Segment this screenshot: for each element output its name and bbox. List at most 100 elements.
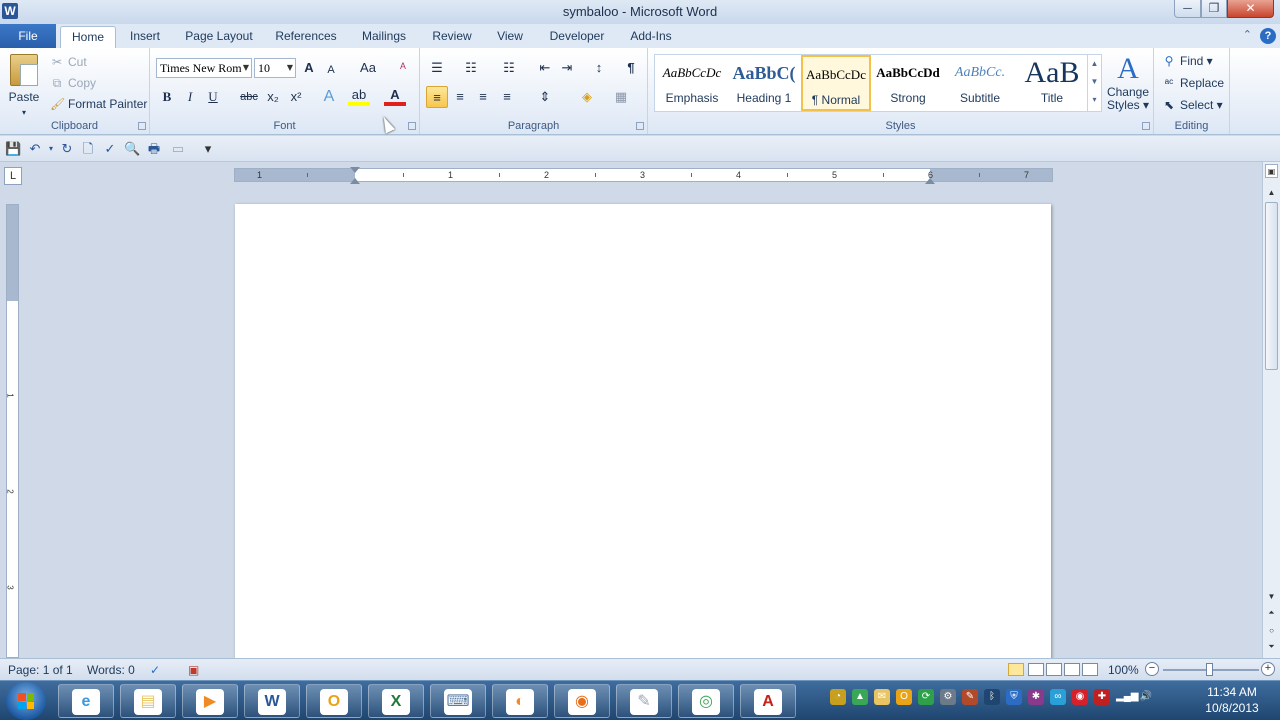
tab-references[interactable]: References bbox=[270, 26, 342, 48]
right-indent-marker[interactable] bbox=[925, 178, 935, 184]
taskbar-tools-button[interactable]: ✎ bbox=[616, 684, 672, 718]
minimize-button[interactable]: ─ bbox=[1174, 0, 1201, 18]
taskbar-keyboard-button[interactable]: ⌨ bbox=[430, 684, 486, 718]
outline-view-icon[interactable] bbox=[1064, 663, 1080, 676]
gallery-scroll[interactable]: ▲ ▼ ▾ bbox=[1087, 55, 1101, 111]
change-case-button[interactable]: Aa bbox=[354, 57, 382, 79]
tray-icon[interactable]: ✚ bbox=[1094, 689, 1110, 705]
document-page[interactable] bbox=[235, 204, 1051, 658]
draft-view-icon[interactable] bbox=[1082, 663, 1098, 676]
tray-icon[interactable]: ◉ bbox=[1072, 689, 1088, 705]
undo-dropdown-icon[interactable]: ▾ bbox=[43, 141, 59, 157]
taskbar-media-button[interactable]: ▶ bbox=[182, 684, 238, 718]
sync-icon[interactable]: ⟳ bbox=[918, 689, 934, 705]
underline-button[interactable]: U bbox=[202, 86, 224, 108]
select-button[interactable]: ⬉ Select ▾ bbox=[1162, 95, 1223, 115]
tab-mailings[interactable]: Mailings bbox=[356, 26, 412, 48]
horizontal-ruler[interactable]: 1 1 2 3 4 5 6 7 bbox=[234, 167, 1053, 184]
tray-icon[interactable]: ◔ bbox=[830, 689, 846, 705]
tray-icon[interactable]: ✎ bbox=[962, 689, 978, 705]
copy-button[interactable]: ⧉ Copy bbox=[50, 73, 96, 93]
taskbar-ie-button[interactable]: e bbox=[58, 684, 114, 718]
browse-object-icon[interactable]: ○ bbox=[1265, 624, 1278, 638]
print-layout-view-icon[interactable] bbox=[1008, 663, 1024, 676]
styles-launcher-icon[interactable] bbox=[1142, 122, 1150, 130]
strikethrough-button[interactable]: abc bbox=[236, 86, 262, 108]
zoom-in-button[interactable]: + bbox=[1261, 662, 1275, 676]
font-color-button[interactable]: A bbox=[384, 86, 406, 106]
page-count[interactable]: Page: 1 of 1 bbox=[8, 663, 73, 677]
clipboard-launcher-icon[interactable] bbox=[138, 122, 146, 130]
tab-insert[interactable]: Insert bbox=[120, 26, 170, 48]
tab-add-ins[interactable]: Add-Ins bbox=[624, 26, 678, 48]
numbering-button[interactable]: ☷ bbox=[460, 57, 482, 79]
vertical-ruler[interactable]: 1 2 3 bbox=[6, 204, 19, 658]
tab-developer[interactable]: Developer bbox=[544, 26, 610, 48]
undo-icon[interactable]: ↶ bbox=[27, 141, 43, 157]
sort-button[interactable]: ↕ bbox=[588, 57, 610, 79]
italic-button[interactable]: I bbox=[179, 86, 201, 108]
start-button[interactable] bbox=[6, 682, 46, 720]
print-icon[interactable]: 🖶 bbox=[146, 141, 162, 157]
taskbar-explorer-button[interactable]: ▤ bbox=[120, 684, 176, 718]
style-subtitle[interactable]: AaBbCc. Subtitle bbox=[945, 55, 1015, 111]
spelling-icon[interactable]: ✓ bbox=[102, 141, 118, 157]
format-painter-button[interactable]: 🖌 Format Painter bbox=[50, 94, 147, 114]
style-strong[interactable]: AaBbCcDd Strong bbox=[873, 55, 943, 111]
full-screen-reading-icon[interactable] bbox=[1028, 663, 1044, 676]
zoom-out-button[interactable]: − bbox=[1145, 662, 1159, 676]
bold-button[interactable]: B bbox=[156, 86, 178, 108]
shading-button[interactable]: ◈ bbox=[572, 86, 602, 108]
subscript-button[interactable]: x₂ bbox=[262, 86, 284, 108]
scroll-down-icon[interactable]: ▼ bbox=[1088, 73, 1101, 91]
shield-icon[interactable]: ⛨ bbox=[1006, 689, 1022, 705]
show-hide-marks-button[interactable]: ¶ bbox=[620, 57, 642, 79]
tab-page-layout[interactable]: Page Layout bbox=[182, 26, 256, 48]
replace-button[interactable]: ᵃᶜ Replace bbox=[1162, 73, 1224, 93]
volume-icon[interactable]: 🔊 bbox=[1138, 689, 1154, 705]
highlight-button[interactable]: ab bbox=[348, 86, 370, 106]
clear-formatting-button[interactable]: ᴬ bbox=[392, 57, 414, 79]
tray-icon[interactable]: O bbox=[896, 689, 912, 705]
minimize-ribbon-icon[interactable]: ⌃ bbox=[1243, 28, 1252, 44]
zoom-level[interactable]: 100% bbox=[1108, 663, 1139, 677]
first-line-indent-marker[interactable] bbox=[350, 167, 360, 173]
borders-button[interactable]: ▦ bbox=[606, 86, 636, 108]
style-title[interactable]: AaB Title bbox=[1017, 55, 1087, 111]
paste-button[interactable]: Paste ▾ bbox=[4, 52, 44, 117]
cut-button[interactable]: ✂ Cut bbox=[50, 52, 87, 72]
macro-record-icon[interactable]: ▣ bbox=[188, 663, 199, 677]
font-size-combo[interactable]: 10 ▼ bbox=[254, 58, 296, 78]
print-preview-icon[interactable]: 🔍 bbox=[124, 141, 140, 157]
scroll-up-icon[interactable]: ▲ bbox=[1265, 186, 1278, 200]
scrollbar-thumb[interactable] bbox=[1265, 202, 1278, 370]
tray-icon[interactable]: ∞ bbox=[1050, 689, 1066, 705]
tab-view[interactable]: View bbox=[490, 26, 530, 48]
mail-icon[interactable]: ✉ bbox=[874, 689, 890, 705]
taskbar-word-button[interactable]: W bbox=[244, 684, 300, 718]
font-launcher-icon[interactable] bbox=[408, 122, 416, 130]
text-effects-button[interactable]: A bbox=[318, 86, 340, 108]
superscript-button[interactable]: x² bbox=[285, 86, 307, 108]
scroll-up-icon[interactable]: ▲ bbox=[1088, 55, 1101, 73]
save-icon[interactable]: 💾 bbox=[5, 141, 21, 157]
tray-icon[interactable]: ▲ bbox=[852, 689, 868, 705]
taskbar-acrobat-button[interactable]: A bbox=[740, 684, 796, 718]
network-icon[interactable]: ▂▄▆ bbox=[1116, 689, 1138, 705]
style-heading-1[interactable]: AaBbC( Heading 1 bbox=[729, 55, 799, 111]
taskbar-excel-button[interactable]: X bbox=[368, 684, 424, 718]
hanging-indent-marker[interactable] bbox=[350, 178, 360, 184]
ruler-toggle-icon[interactable]: ▣ bbox=[1265, 164, 1278, 178]
next-page-icon[interactable]: ⏷ bbox=[1265, 640, 1278, 654]
tray-icon[interactable]: ⚙ bbox=[940, 689, 956, 705]
tab-home[interactable]: Home bbox=[60, 26, 116, 49]
tray-icon[interactable]: ✱ bbox=[1028, 689, 1044, 705]
tab-selector[interactable]: L bbox=[4, 167, 22, 185]
web-layout-icon[interactable] bbox=[1046, 663, 1062, 676]
customize-qat-icon[interactable]: ▾ bbox=[200, 141, 216, 157]
style-emphasis[interactable]: AaBbCcDc Emphasis bbox=[657, 55, 727, 111]
more-icon[interactable]: ▾ bbox=[1088, 91, 1101, 109]
taskbar-clock[interactable]: 11:34 AM 10/8/2013 bbox=[1190, 684, 1274, 716]
multilevel-list-button[interactable]: ☷ bbox=[498, 57, 520, 79]
new-document-icon[interactable]: 🗋 bbox=[80, 141, 96, 157]
